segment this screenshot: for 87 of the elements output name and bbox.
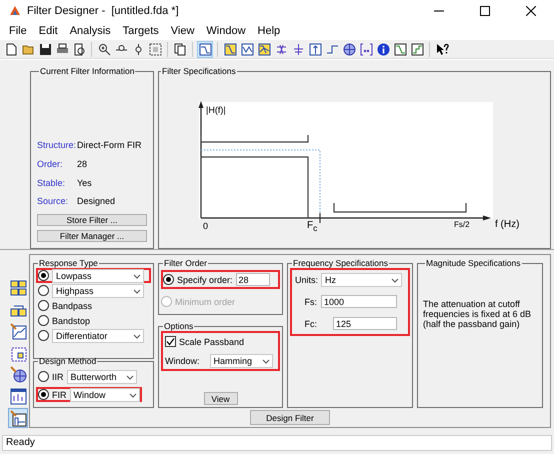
field-label: Order: xyxy=(37,158,64,171)
option-label: Bandstop xyxy=(52,316,90,326)
filter-button[interactable]: Store Filter ... xyxy=(37,214,147,226)
document-icon[interactable] xyxy=(4,42,18,56)
radio-button[interactable] xyxy=(38,315,49,326)
input-field[interactable]: 1000 xyxy=(321,295,397,308)
order-field[interactable]: 28 xyxy=(236,273,270,286)
zoom-in-icon[interactable] xyxy=(98,42,110,56)
filter-plot-icon[interactable] xyxy=(198,42,212,56)
radio-button[interactable] xyxy=(38,300,49,311)
field-value: Designed xyxy=(77,196,116,208)
menu-item[interactable]: File xyxy=(4,25,32,37)
checkbox-label: Scale Passband xyxy=(179,336,244,346)
field-value: 28 xyxy=(77,158,88,171)
design-panel-icon[interactable] xyxy=(10,279,26,296)
globe-icon[interactable] xyxy=(342,42,356,56)
panel-title: Filter Specifications xyxy=(161,66,237,76)
field-label: Units: xyxy=(295,274,317,284)
tick-label: Fs/2 xyxy=(454,220,470,229)
app-logo-icon xyxy=(9,5,21,17)
help-pointer-icon[interactable] xyxy=(436,42,448,56)
cutoff-label: F$_{c}$ xyxy=(307,220,318,233)
design-panel-icon[interactable] xyxy=(10,410,26,427)
bracket-icon[interactable] xyxy=(360,42,372,56)
radio-button[interactable] xyxy=(38,371,49,382)
step-icon[interactable] xyxy=(326,42,338,56)
origin-label: 0 xyxy=(203,221,208,231)
design-panel-icon[interactable] xyxy=(10,322,26,340)
design-panel-icon[interactable] xyxy=(10,366,26,384)
dropdown[interactable]: Window xyxy=(70,388,140,402)
menu-item[interactable]: Help xyxy=(252,25,286,37)
design-filter-button[interactable]: Design Filter xyxy=(250,410,330,425)
design-panel-icon[interactable] xyxy=(10,344,26,362)
radio-button[interactable] xyxy=(38,270,49,281)
menu-item[interactable]: Targets xyxy=(118,25,164,37)
field-value: Direct-Form FIR xyxy=(77,140,142,152)
x-axis-label: f (Hz) xyxy=(495,219,520,230)
window-title: Filter Designer - [untitled.fda *] xyxy=(27,5,180,17)
radio-button[interactable] xyxy=(163,274,174,285)
option-label: Bandpass xyxy=(52,300,92,310)
option-label: FIR xyxy=(52,390,66,400)
dropdown[interactable]: Differentiator xyxy=(52,328,144,342)
option-label: IIR xyxy=(52,372,64,382)
menu-item[interactable]: View xyxy=(166,25,200,37)
close-icon[interactable] xyxy=(526,6,536,16)
dropdown[interactable]: Lowpass xyxy=(52,268,144,282)
y-axis-label: |H(f)| xyxy=(206,105,226,115)
radio-button[interactable] xyxy=(38,285,49,296)
folder-icon[interactable] xyxy=(22,42,34,56)
field-label: Source: xyxy=(37,196,70,208)
panel-title: Design Method xyxy=(38,356,98,366)
field-label: Fc: xyxy=(304,318,317,328)
copy-icon[interactable] xyxy=(174,42,186,56)
printer-icon[interactable] xyxy=(56,42,68,56)
dropdown[interactable]: Hz xyxy=(321,272,402,286)
menu-item[interactable]: Edit xyxy=(34,25,63,37)
menu-item[interactable]: Analysis xyxy=(64,25,116,37)
info-icon[interactable] xyxy=(376,42,390,56)
view-button[interactable]: View xyxy=(204,392,238,405)
input-field[interactable]: 125 xyxy=(333,317,397,330)
menu-item[interactable]: Window xyxy=(201,25,251,37)
panel-title: Response Type xyxy=(38,258,99,268)
full-view-icon[interactable] xyxy=(148,42,162,56)
dropdown[interactable]: Butterworth xyxy=(66,370,137,384)
option-label: Specify order: xyxy=(177,274,233,284)
description-text: The attenuation at cutoff frequencies is fixed at 6 dB (half the passband gain) xyxy=(423,299,532,329)
status-text: Ready xyxy=(2,435,552,451)
dropdown[interactable]: Hamming xyxy=(210,354,273,368)
field-label: Structure: xyxy=(37,140,77,152)
preview-icon[interactable] xyxy=(72,42,86,56)
panel-title: Frequency Specifications xyxy=(292,258,389,268)
field-label: Window: xyxy=(165,356,200,366)
field-value: Yes xyxy=(77,178,93,190)
dropdown[interactable]: Highpass xyxy=(52,284,144,298)
field-label: Fs: xyxy=(304,296,317,306)
panel-title: Current Filter Information xyxy=(39,66,136,76)
checkbox[interactable] xyxy=(165,336,176,347)
maximize-icon[interactable] xyxy=(480,6,490,16)
filter-button[interactable]: Filter Manager ... xyxy=(37,230,147,242)
panel-title: Filter Order xyxy=(163,258,208,268)
option-label: Minimum order xyxy=(175,296,236,306)
radio-button[interactable] xyxy=(38,330,49,341)
design-panel-icon[interactable] xyxy=(10,388,26,405)
radio-button[interactable] xyxy=(38,389,49,400)
field-label: Stable: xyxy=(37,178,66,190)
panel-title: Magnitude Specifications xyxy=(425,258,522,268)
panel-title: Options xyxy=(163,321,194,331)
